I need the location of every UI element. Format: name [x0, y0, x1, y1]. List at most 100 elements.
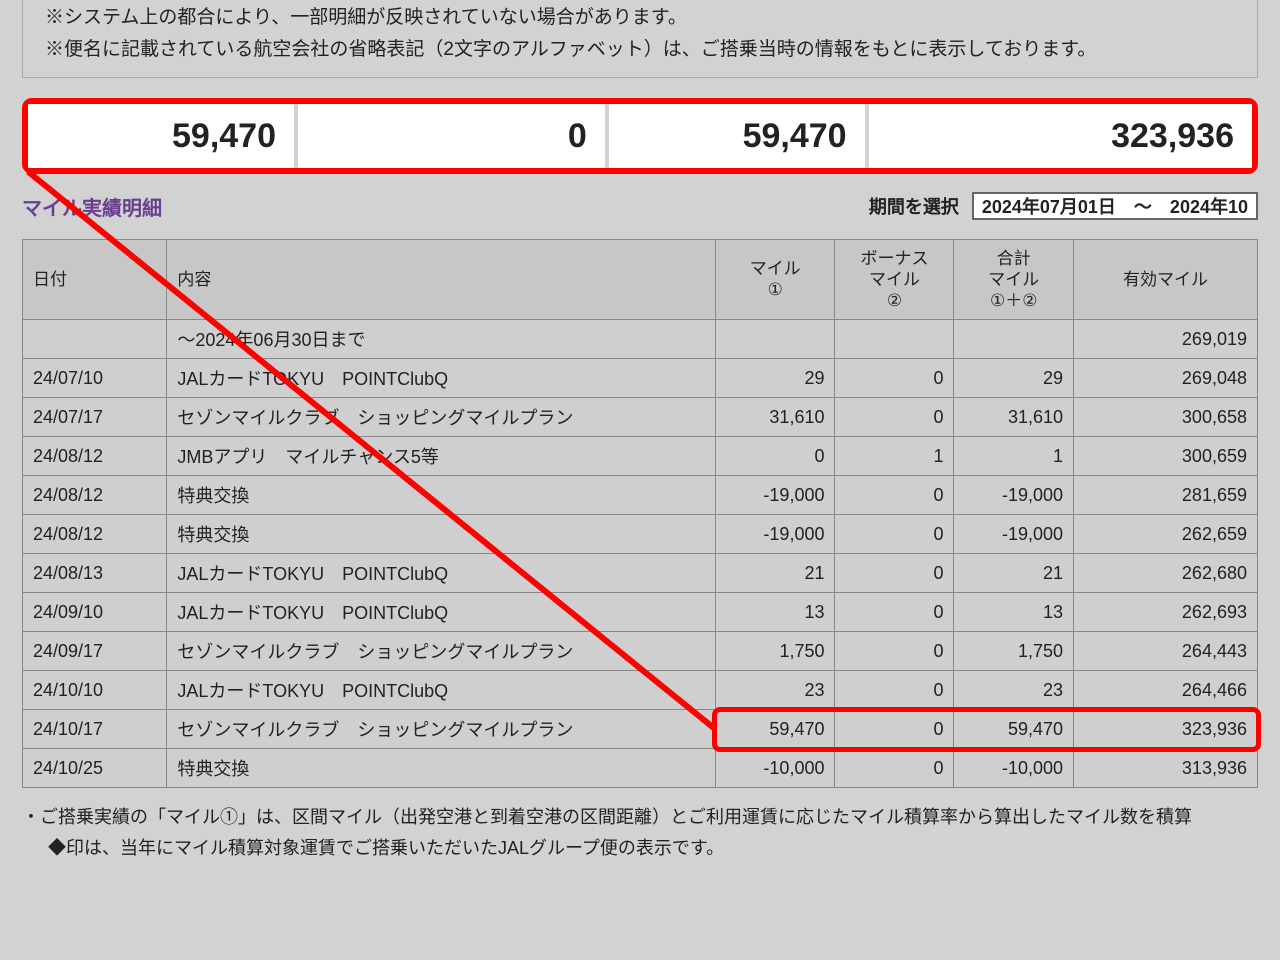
period-selector-wrap: 期間を選択 2024年07月01日 〜 2024年10 [869, 192, 1258, 220]
cell-valid: 300,658 [1074, 398, 1258, 437]
th-desc: 内容 [167, 239, 716, 320]
cell-sum: 1,750 [954, 632, 1074, 671]
cell-date: 24/10/25 [23, 749, 167, 788]
cell-desc: 特典交換 [167, 515, 716, 554]
table-row: 〜2024年06月30日まで 269,019 [23, 320, 1258, 359]
cell-m1: -19,000 [715, 476, 835, 515]
cell-desc: JALカードTOKYU POINTClubQ [167, 593, 716, 632]
table-row: 24/07/10JALカードTOKYU POINTClubQ29029269,0… [23, 359, 1258, 398]
header-notes: ※システム上の都合により、一部明細が反映されていない場合があります。 ※便名に記… [22, 0, 1258, 78]
cell-m1: 23 [715, 671, 835, 710]
cell-valid: 323,936 [1074, 710, 1258, 749]
cell-valid: 264,443 [1074, 632, 1258, 671]
summary-valid: 323,936 [869, 104, 1252, 168]
cell-valid: 313,936 [1074, 749, 1258, 788]
cell-date: 24/08/12 [23, 437, 167, 476]
cell-date: 24/08/13 [23, 554, 167, 593]
cell-sum [954, 320, 1074, 359]
footnotes: ご搭乗実績の「マイル①」は、区間マイル（出発空港と到着空港の区間距離）とご利用運… [22, 802, 1258, 863]
cell-desc: 特典交換 [167, 749, 716, 788]
cell-date: 24/08/12 [23, 476, 167, 515]
cell-desc: JMBアプリ マイルチャンス5等 [167, 437, 716, 476]
cell-sum: 31,610 [954, 398, 1074, 437]
table-row: 24/07/17セゾンマイルクラブ ショッピングマイルプラン31,610031,… [23, 398, 1258, 437]
mileage-detail-table: 日付 内容 マイル ① ボーナス マイル ② 合計 マイル ①＋② 有効マイル … [22, 239, 1258, 789]
cell-valid: 281,659 [1074, 476, 1258, 515]
cell-valid: 264,466 [1074, 671, 1258, 710]
table-row: 24/09/17セゾンマイルクラブ ショッピングマイルプラン1,75001,75… [23, 632, 1258, 671]
table-row: 24/08/13JALカードTOKYU POINTClubQ21021262,6… [23, 554, 1258, 593]
summary-sum: 59,470 [609, 104, 869, 168]
cell-m2: 0 [835, 749, 954, 788]
th-date: 日付 [23, 239, 167, 320]
cell-m2: 1 [835, 437, 954, 476]
footnote-line-1: ご搭乗実績の「マイル①」は、区間マイル（出発空港と到着空港の区間距離）とご利用運… [22, 802, 1258, 833]
cell-sum: 29 [954, 359, 1074, 398]
cell-date: 24/10/17 [23, 710, 167, 749]
cell-m2: 0 [835, 398, 954, 437]
summary-bonus: 0 [298, 104, 609, 168]
cell-m2: 0 [835, 710, 954, 749]
footnote-line-2: ◆印は、当年にマイル積算対象運賃でご搭乗いただいたJALグループ便の表示です。 [22, 833, 1258, 864]
cell-valid: 269,019 [1074, 320, 1258, 359]
cell-m2: 0 [835, 632, 954, 671]
period-select[interactable]: 2024年07月01日 〜 2024年10 [972, 192, 1258, 220]
cell-m1: 0 [715, 437, 835, 476]
table-row: 24/10/25特典交換-10,0000-10,000313,936 [23, 749, 1258, 788]
cell-m1: 1,750 [715, 632, 835, 671]
cell-desc: セゾンマイルクラブ ショッピングマイルプラン [167, 632, 716, 671]
cell-m1: 21 [715, 554, 835, 593]
section-title: マイル実績明細 [22, 192, 162, 221]
cell-m1: 59,470 [715, 710, 835, 749]
cell-sum: 1 [954, 437, 1074, 476]
cell-desc: JALカードTOKYU POINTClubQ [167, 671, 716, 710]
cell-desc: セゾンマイルクラブ ショッピングマイルプラン [167, 398, 716, 437]
cell-valid: 269,048 [1074, 359, 1258, 398]
cell-m2 [835, 320, 954, 359]
cell-date [23, 320, 167, 359]
table-row: 24/09/10JALカードTOKYU POINTClubQ13013262,6… [23, 593, 1258, 632]
cell-desc: JALカードTOKYU POINTClubQ [167, 359, 716, 398]
cell-m1: -19,000 [715, 515, 835, 554]
cell-desc: セゾンマイルクラブ ショッピングマイルプラン [167, 710, 716, 749]
cell-date: 24/08/12 [23, 515, 167, 554]
cell-m2: 0 [835, 359, 954, 398]
cell-sum: 21 [954, 554, 1074, 593]
cell-m2: 0 [835, 593, 954, 632]
table-row: 24/08/12特典交換-19,0000-19,000281,659 [23, 476, 1258, 515]
th-bonus: ボーナス マイル ② [835, 239, 954, 320]
cell-m2: 0 [835, 515, 954, 554]
note-line-1: ※システム上の都合により、一部明細が反映されていない場合があります。 [45, 2, 1257, 34]
cell-date: 24/07/10 [23, 359, 167, 398]
cell-sum: 23 [954, 671, 1074, 710]
cell-m1 [715, 320, 835, 359]
cell-m1: 13 [715, 593, 835, 632]
cell-valid: 262,693 [1074, 593, 1258, 632]
cell-desc: 特典交換 [167, 476, 716, 515]
table-row: 24/10/17セゾンマイルクラブ ショッピングマイルプラン59,470059,… [23, 710, 1258, 749]
th-miles1: マイル ① [715, 239, 835, 320]
table-row: 24/08/12特典交換-19,0000-19,000262,659 [23, 515, 1258, 554]
th-sum: 合計 マイル ①＋② [954, 239, 1074, 320]
summary-miles1: 59,470 [28, 104, 298, 168]
cell-m2: 0 [835, 671, 954, 710]
cell-sum: 59,470 [954, 710, 1074, 749]
cell-sum: -19,000 [954, 515, 1074, 554]
cell-valid: 262,680 [1074, 554, 1258, 593]
cell-date: 24/10/10 [23, 671, 167, 710]
cell-sum: -10,000 [954, 749, 1074, 788]
cell-m1: -10,000 [715, 749, 835, 788]
cell-m1: 29 [715, 359, 835, 398]
th-valid: 有効マイル [1074, 239, 1258, 320]
table-row: 24/08/12JMBアプリ マイルチャンス5等011300,659 [23, 437, 1258, 476]
cell-desc: JALカードTOKYU POINTClubQ [167, 554, 716, 593]
table-row: 24/10/10JALカードTOKYU POINTClubQ23023264,4… [23, 671, 1258, 710]
cell-sum: -19,000 [954, 476, 1074, 515]
period-label: 期間を選択 [869, 197, 959, 217]
cell-date: 24/09/10 [23, 593, 167, 632]
cell-m2: 0 [835, 554, 954, 593]
cell-valid: 300,659 [1074, 437, 1258, 476]
cell-desc: 〜2024年06月30日まで [167, 320, 716, 359]
cell-m1: 31,610 [715, 398, 835, 437]
summary-highlight-box: 59,470 0 59,470 323,936 [22, 98, 1258, 174]
